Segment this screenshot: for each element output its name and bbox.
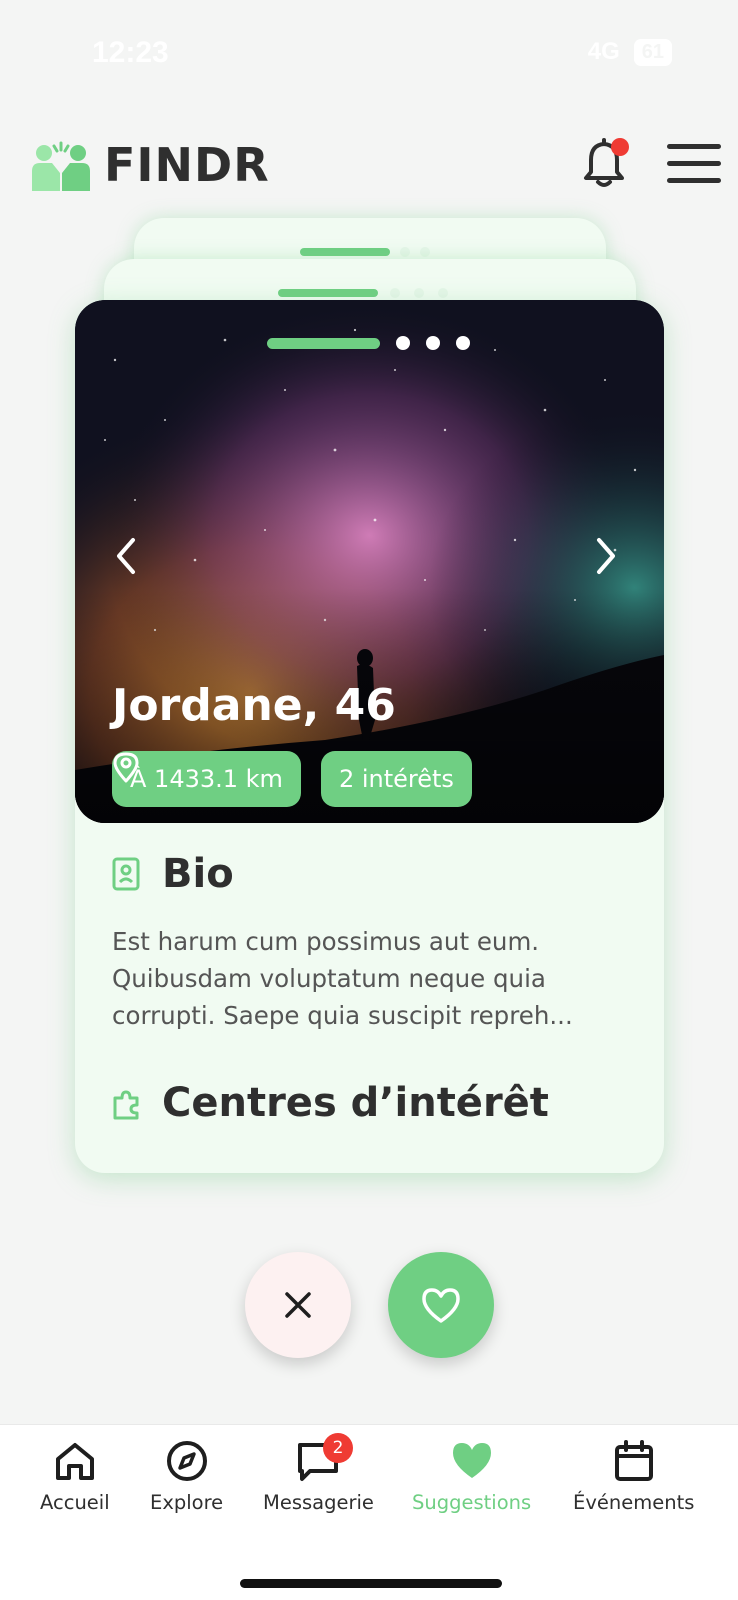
interests-section-heading: Centres d’intérêt	[112, 1080, 549, 1126]
notifications-button[interactable]	[583, 138, 629, 188]
chevron-left-icon	[117, 538, 135, 574]
next-photo-button[interactable]	[585, 532, 625, 580]
interests-chip: 2 intérêts	[320, 751, 472, 807]
photo-progress-dot	[396, 336, 410, 350]
id-card-icon	[112, 857, 140, 891]
location-pin-icon	[113, 752, 139, 783]
nav-item-evenements[interactable]: Événements	[573, 1439, 694, 1514]
menu-button[interactable]	[667, 144, 721, 184]
nav-label-messagerie: Messagerie	[263, 1491, 374, 1514]
home-indicator	[240, 1579, 502, 1588]
middle-card-dot	[414, 288, 424, 298]
profile-chips: À 1433.1 km 2 intérêts	[112, 751, 472, 807]
profile-name-age: Jordane, 46	[112, 680, 396, 731]
interests-count-label: 2 intérêts	[338, 765, 454, 793]
brand-logo[interactable]: FINDR	[30, 138, 270, 192]
nav-label-suggestions: Suggestions	[412, 1491, 532, 1514]
photo-progress	[267, 336, 470, 350]
nav-label-evenements: Événements	[573, 1491, 695, 1514]
nav-item-messagerie[interactable]: 2 Messagerie	[263, 1433, 374, 1514]
back-card-dot	[420, 247, 430, 257]
middle-card-progress	[278, 289, 378, 297]
profile-photo[interactable]: Jordane, 46 À 1433.1 km 2 intérêts	[75, 300, 664, 823]
middle-card-dot	[438, 288, 448, 298]
back-card-dot	[400, 247, 410, 257]
status-time: 12:23	[92, 36, 169, 69]
app-header: FINDR	[0, 130, 738, 200]
middle-card-dot	[390, 288, 400, 298]
previous-photo-button[interactable]	[107, 532, 147, 580]
status-bar: 12:23 4G 61	[0, 0, 738, 100]
suggestions-screen: 12:23 4G 61 FINDR Jordane, 46 À 1433.1 k…	[0, 0, 738, 1600]
heart-icon	[422, 1288, 460, 1323]
photo-progress-dot	[426, 336, 440, 350]
home-icon	[55, 1443, 94, 1480]
logo-icon	[32, 141, 90, 191]
nav-item-suggestions[interactable]: Suggestions	[412, 1439, 531, 1514]
nav-label-explore: Explore	[150, 1491, 224, 1514]
puzzle-icon	[113, 1090, 139, 1120]
pass-button[interactable]	[245, 1252, 351, 1358]
compass-icon	[166, 1441, 207, 1481]
distance-chip: À 1433.1 km	[112, 751, 301, 807]
status-indicators: 4G 61	[588, 38, 672, 66]
photo-artwork	[75, 300, 664, 823]
nav-label-accueil: Accueil	[40, 1491, 110, 1514]
bottom-navigation: Accueil Explore 2 Messagerie Suggestions	[0, 1424, 738, 1600]
bio-heading: Bio	[162, 851, 234, 897]
heart-icon	[452, 1443, 491, 1478]
close-icon	[285, 1292, 311, 1318]
photo-progress-dot	[456, 336, 470, 350]
notification-dot	[611, 138, 629, 156]
brand-name: FINDR	[104, 138, 270, 192]
interests-heading: Centres d’intérêt	[162, 1080, 549, 1126]
battery-level: 61	[633, 38, 672, 66]
distance-label: À 1433.1 km	[130, 765, 283, 793]
nav-item-explore[interactable]: Explore	[150, 1439, 223, 1514]
nav-item-accueil[interactable]: Accueil	[40, 1439, 110, 1514]
bio-section-heading: Bio	[112, 851, 234, 897]
photo-progress-active	[267, 337, 380, 349]
network-label: 4G	[587, 38, 620, 65]
back-card-progress	[300, 248, 390, 256]
like-button[interactable]	[388, 1252, 494, 1358]
messages-badge: 2	[323, 1433, 353, 1463]
chevron-right-icon	[597, 538, 615, 574]
bio-text: Est harum cum possimus aut eum. Quibusda…	[112, 927, 573, 1030]
profile-card[interactable]: Jordane, 46 À 1433.1 km 2 intérêts Bio E…	[75, 300, 664, 1173]
calendar-icon	[614, 1440, 653, 1481]
